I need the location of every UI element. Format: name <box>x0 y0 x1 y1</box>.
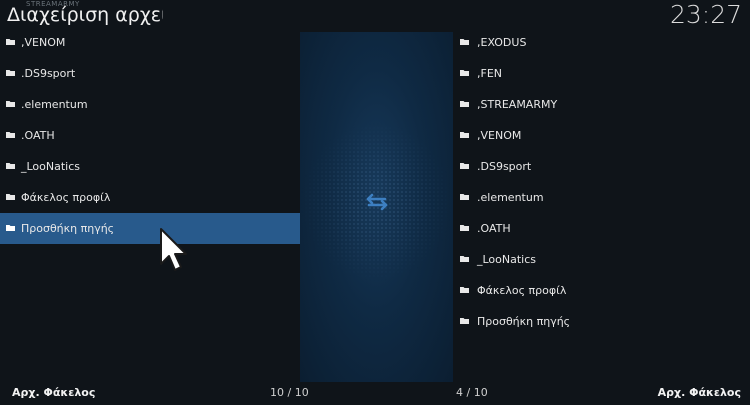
folder-icon <box>460 70 469 76</box>
center-divider <box>300 32 453 382</box>
page-title: Διαχείριση αρχείων <box>7 4 163 26</box>
right-list-item-label: Προσθήκη πηγής <box>477 315 571 328</box>
right-parent-folder-button[interactable]: Αρχ. Φάκελος <box>658 386 741 399</box>
folder-icon <box>460 287 469 293</box>
right-list-item-label: .elementum <box>477 191 544 204</box>
right-list-item[interactable]: ,STREAMARMY <box>453 89 750 120</box>
right-list-item[interactable]: _LooNatics <box>453 244 750 275</box>
right-list-item[interactable]: ,VENOM <box>453 120 750 151</box>
footer: Αρχ. Φάκελος 10 / 10 4 / 10 Αρχ. Φάκελος <box>0 382 750 405</box>
right-list-item[interactable]: Προσθήκη πηγής <box>453 306 750 337</box>
left-list-item-label: .elementum <box>21 98 88 111</box>
left-list-item[interactable]: _LooNatics <box>0 151 300 182</box>
mouse-cursor-icon <box>160 228 187 271</box>
right-list-item[interactable]: .OATH <box>453 213 750 244</box>
clock: 23:27 <box>669 0 742 29</box>
left-list-item[interactable]: .elementum <box>0 89 300 120</box>
left-list-item-label: Φάκελος προφίλ <box>21 191 111 204</box>
folder-icon <box>460 194 469 200</box>
left-list-item-label: .OATH <box>21 129 55 142</box>
folder-icon <box>460 132 469 138</box>
right-list-item[interactable]: ,EXODUS <box>453 27 750 58</box>
folder-icon <box>6 132 15 138</box>
right-list-item-label: .DS9sport <box>477 160 532 173</box>
folder-icon <box>6 225 15 231</box>
right-list-item[interactable]: .elementum <box>453 182 750 213</box>
folder-icon <box>6 101 15 107</box>
folder-icon <box>460 163 469 169</box>
folder-icon <box>6 163 15 169</box>
right-list-item-label: ,EXODUS <box>477 36 527 49</box>
right-list-item-label: ,VENOM <box>477 129 522 142</box>
folder-icon <box>460 318 469 324</box>
left-file-list: ,VENOM .DS9sport .elementum .OATH _LooNa… <box>0 27 300 244</box>
left-list-item-label: _LooNatics <box>21 160 81 173</box>
folder-icon <box>6 70 15 76</box>
folder-icon <box>6 194 15 200</box>
right-list-item[interactable]: .DS9sport <box>453 151 750 182</box>
right-list-item-label: .OATH <box>477 222 511 235</box>
folder-icon <box>460 39 469 45</box>
left-item-count: 10 / 10 <box>270 386 309 399</box>
left-list-item[interactable]: ,VENOM <box>0 27 300 58</box>
right-list-item-label: ,FEN <box>477 67 503 80</box>
left-list-item-label: Προσθήκη πηγής <box>21 222 115 235</box>
left-parent-folder-button[interactable]: Αρχ. Φάκελος <box>12 386 95 399</box>
left-list-item[interactable]: .OATH <box>0 120 300 151</box>
swap-arrows-icon[interactable] <box>364 192 390 212</box>
right-list-item[interactable]: ,FEN <box>453 58 750 89</box>
folder-icon <box>6 39 15 45</box>
right-list-item-label: _LooNatics <box>477 253 537 266</box>
folder-icon <box>460 101 469 107</box>
right-list-item-label: ,STREAMARMY <box>477 98 558 111</box>
right-file-list: ,EXODUS ,FEN ,STREAMARMY ,VENOM .DS9spor… <box>453 27 750 337</box>
right-list-item[interactable]: Φάκελος προφίλ <box>453 275 750 306</box>
left-list-item-label: ,VENOM <box>21 36 66 49</box>
left-list-item[interactable]: .DS9sport <box>0 58 300 89</box>
folder-icon <box>460 256 469 262</box>
folder-icon <box>460 225 469 231</box>
left-list-item[interactable]: Φάκελος προφίλ <box>0 182 300 213</box>
left-list-item-label: .DS9sport <box>21 67 76 80</box>
right-item-count: 4 / 10 <box>456 386 488 399</box>
right-list-item-label: Φάκελος προφίλ <box>477 284 567 297</box>
left-list-item-selected[interactable]: Προσθήκη πηγής <box>0 213 300 244</box>
